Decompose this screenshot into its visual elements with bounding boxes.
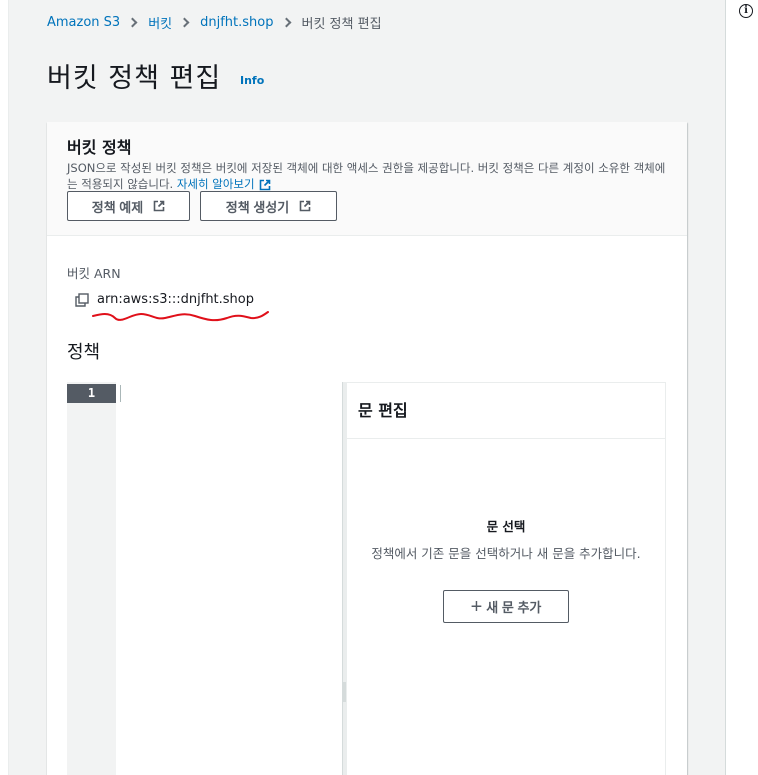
policy-label: 정책 xyxy=(67,342,101,363)
bucket-arn-label: 버킷 ARN xyxy=(67,266,121,281)
breadcrumb-current: 버킷 정책 편집 xyxy=(301,16,382,32)
help-panel xyxy=(726,0,758,775)
card-header: 버킷 정책 JSON으로 작성된 버킷 정책은 버킷에 저장된 객체에 대한 액… xyxy=(47,122,687,236)
plus-icon: + xyxy=(470,595,483,618)
line-number: 1 xyxy=(67,384,116,403)
policy-examples-button[interactable]: 정책 예제 xyxy=(67,191,190,221)
external-link-icon xyxy=(259,179,270,190)
statement-panel-title: 문 편집 xyxy=(358,401,408,420)
page-title: 버킷 정책 편집 xyxy=(47,63,222,94)
chevron-right-icon xyxy=(179,17,190,27)
policy-generator-label: 정책 생성기 xyxy=(225,199,290,215)
left-edge xyxy=(0,0,9,775)
bucket-arn-row: arn:aws:s3:::dnjfht.shop xyxy=(75,292,254,307)
chevron-right-icon xyxy=(127,17,138,27)
external-link-icon xyxy=(299,200,311,212)
red-underline-annotation xyxy=(92,311,269,322)
external-link-icon xyxy=(153,200,165,212)
divider xyxy=(347,438,665,439)
breadcrumb-buckets[interactable]: 버킷 xyxy=(148,13,172,32)
policy-generator-button[interactable]: 정책 생성기 xyxy=(200,191,337,221)
select-statement-description: 정책에서 기존 문을 선택하거나 새 문을 추가합니다. xyxy=(371,546,641,561)
card-title: 버킷 정책 xyxy=(67,138,132,157)
add-new-statement-button[interactable]: + 새 문 추가 xyxy=(443,590,569,623)
info-link[interactable]: Info xyxy=(240,74,264,87)
bucket-policy-card: 버킷 정책 JSON으로 작성된 버킷 정책은 버킷에 저장된 객체에 대한 액… xyxy=(47,122,687,775)
learn-more-link[interactable]: 자세히 알아보기 xyxy=(177,177,255,191)
policy-json-editor[interactable]: 1 xyxy=(67,382,346,775)
description-text: JSON으로 작성된 버킷 정책은 버킷에 저장된 객체에 대한 액세스 권한을… xyxy=(67,161,666,191)
bucket-arn-value: arn:aws:s3:::dnjfht.shop xyxy=(97,292,255,307)
card-description: JSON으로 작성된 버킷 정책은 버킷에 저장된 객체에 대한 액세스 권한을… xyxy=(67,160,673,192)
breadcrumb-amazon-s3[interactable]: Amazon S3 xyxy=(47,15,120,30)
info-circle-icon[interactable]: i xyxy=(739,4,753,18)
text-cursor xyxy=(120,385,121,402)
breadcrumb-bucket-name[interactable]: dnjfht.shop xyxy=(200,15,273,30)
editor-gutter xyxy=(67,382,116,775)
add-new-statement-label: 새 문 추가 xyxy=(486,600,542,615)
edit-statement-panel: 문 편집 문 선택 정책에서 기존 문을 선택하거나 새 문을 추가합니다. +… xyxy=(346,382,666,775)
chevron-right-icon xyxy=(281,17,291,27)
copy-icon[interactable] xyxy=(75,292,89,307)
policy-examples-label: 정책 예제 xyxy=(91,199,144,215)
breadcrumb: Amazon S3 버킷 dnjfht.shop 버킷 정책 편집 xyxy=(47,12,382,32)
select-statement-title: 문 선택 xyxy=(486,519,526,534)
